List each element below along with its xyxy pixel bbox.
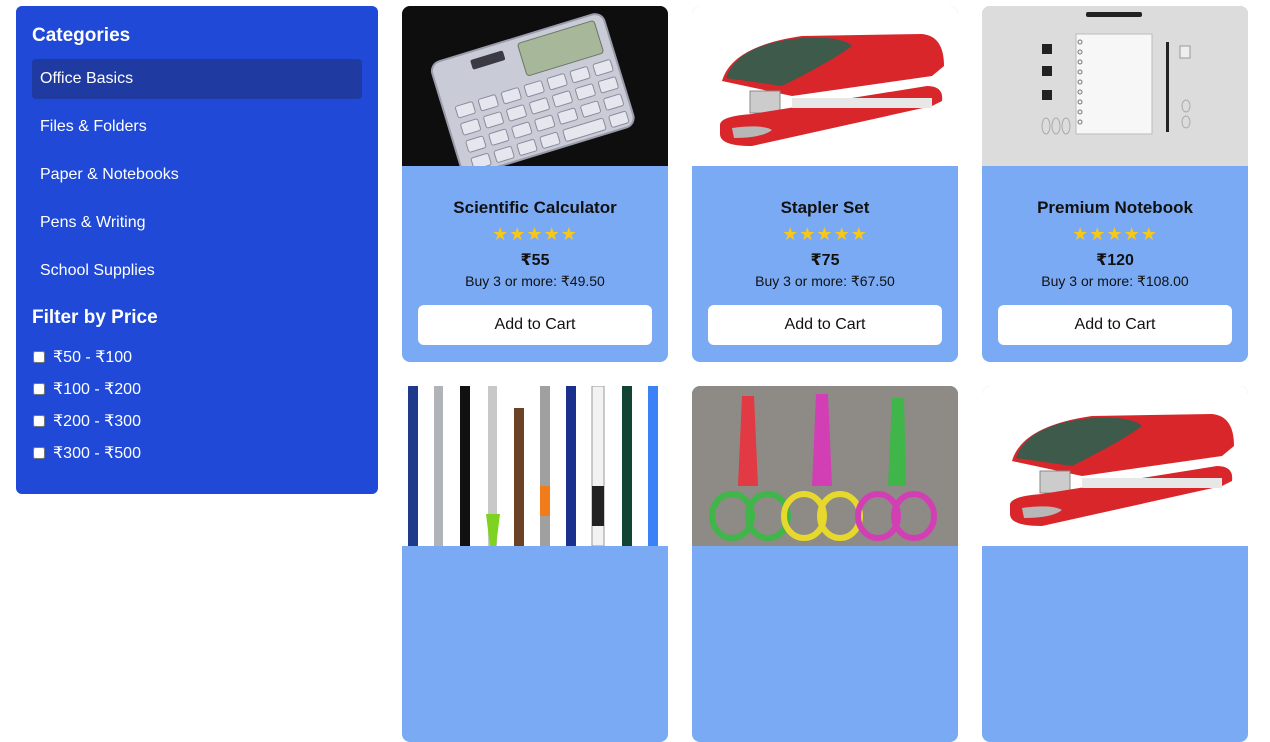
price-filter-label: ₹200 - ₹300 [53,413,141,430]
product-card[interactable] [982,386,1248,742]
bulk-price-note: Buy 3 or more: ₹67.50 [755,273,895,289]
category-item-office-basics[interactable]: Office Basics [32,59,362,99]
product-card[interactable] [402,386,668,742]
product-name[interactable]: Premium Notebook [982,198,1248,218]
product-image-stapler[interactable] [982,386,1248,546]
price-filter-checkbox[interactable] [33,447,45,459]
product-card[interactable] [692,386,958,742]
categories-heading: Categories [32,25,131,46]
price-filter-option[interactable]: ₹100 - ₹200 [32,373,362,405]
product-image-stapler[interactable] [692,6,958,166]
price-filter-checkbox[interactable] [33,351,45,363]
product-info: Scientific Calculator ★★★★★ ₹55 Buy 3 or… [402,198,668,345]
category-list: Office Basics Files & Folders Paper & No… [32,59,362,291]
add-to-cart-button[interactable]: Add to Cart [418,305,652,345]
price-filter-option[interactable]: ₹50 - ₹100 [32,341,362,373]
product-image-notebook[interactable] [982,6,1248,166]
product-image-scissors[interactable] [692,386,958,546]
product-card[interactable]: Stapler Set ★★★★★ ₹75 Buy 3 or more: ₹67… [692,6,958,362]
price-filter-heading: Filter by Price [32,307,158,328]
price-filter-label: ₹50 - ₹100 [53,349,133,366]
product-card[interactable]: Scientific Calculator ★★★★★ ₹55 Buy 3 or… [402,6,668,362]
product-price: ₹55 [520,252,550,269]
product-price: ₹120 [1096,252,1134,269]
add-to-cart-button[interactable]: Add to Cart [998,305,1232,345]
bulk-price-note: Buy 3 or more: ₹49.50 [465,273,605,289]
price-filter-checkbox[interactable] [33,415,45,427]
product-image-calculator[interactable] [402,6,668,166]
bulk-price-note: Buy 3 or more: ₹108.00 [1041,273,1189,289]
price-filter-label: ₹300 - ₹500 [53,445,141,462]
product-name[interactable]: Stapler Set [692,198,958,218]
category-item-paper-notebooks[interactable]: Paper & Notebooks [32,155,362,195]
category-item-files-folders[interactable]: Files & Folders [32,107,362,147]
add-to-cart-button[interactable]: Add to Cart [708,305,942,345]
price-filter-option[interactable]: ₹300 - ₹500 [32,437,362,469]
star-rating-icon: ★★★★★ [782,224,868,244]
star-rating-icon: ★★★★★ [1072,224,1158,244]
price-filter-label: ₹100 - ₹200 [53,381,141,398]
star-rating-icon: ★★★★★ [492,224,578,244]
price-filter-checkbox[interactable] [33,383,45,395]
product-card[interactable]: Premium Notebook ★★★★★ ₹120 Buy 3 or mor… [982,6,1248,362]
category-item-school-supplies[interactable]: School Supplies [32,251,362,291]
category-item-pens-writing[interactable]: Pens & Writing [32,203,362,243]
price-filter-option[interactable]: ₹200 - ₹300 [32,405,362,437]
category-sidebar: Categories Office Basics Files & Folders… [16,6,378,494]
product-price: ₹75 [810,252,840,269]
product-info: Premium Notebook ★★★★★ ₹120 Buy 3 or mor… [982,198,1248,345]
product-name[interactable]: Scientific Calculator [402,198,668,218]
product-info: Stapler Set ★★★★★ ₹75 Buy 3 or more: ₹67… [692,198,958,345]
product-image-pens[interactable] [402,386,668,546]
